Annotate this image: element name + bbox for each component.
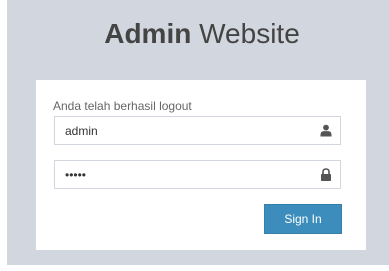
- site-logo[interactable]: Admin Website: [7, 17, 389, 51]
- username-input[interactable]: [55, 117, 305, 144]
- user-icon: [320, 124, 332, 137]
- login-page: Admin Website Anda telah berhasil logout…: [7, 0, 389, 265]
- username-field: [54, 116, 341, 145]
- logout-message: Anda telah berhasil logout: [53, 99, 192, 113]
- logo-light-text: Website: [199, 18, 300, 49]
- sign-in-button[interactable]: Sign In: [264, 204, 342, 234]
- lock-icon: [321, 168, 331, 181]
- password-field: [54, 160, 341, 189]
- login-box: Anda telah berhasil logout Sign In: [36, 80, 366, 250]
- logo-bold-text: Admin: [104, 18, 192, 49]
- password-input[interactable]: [55, 161, 305, 188]
